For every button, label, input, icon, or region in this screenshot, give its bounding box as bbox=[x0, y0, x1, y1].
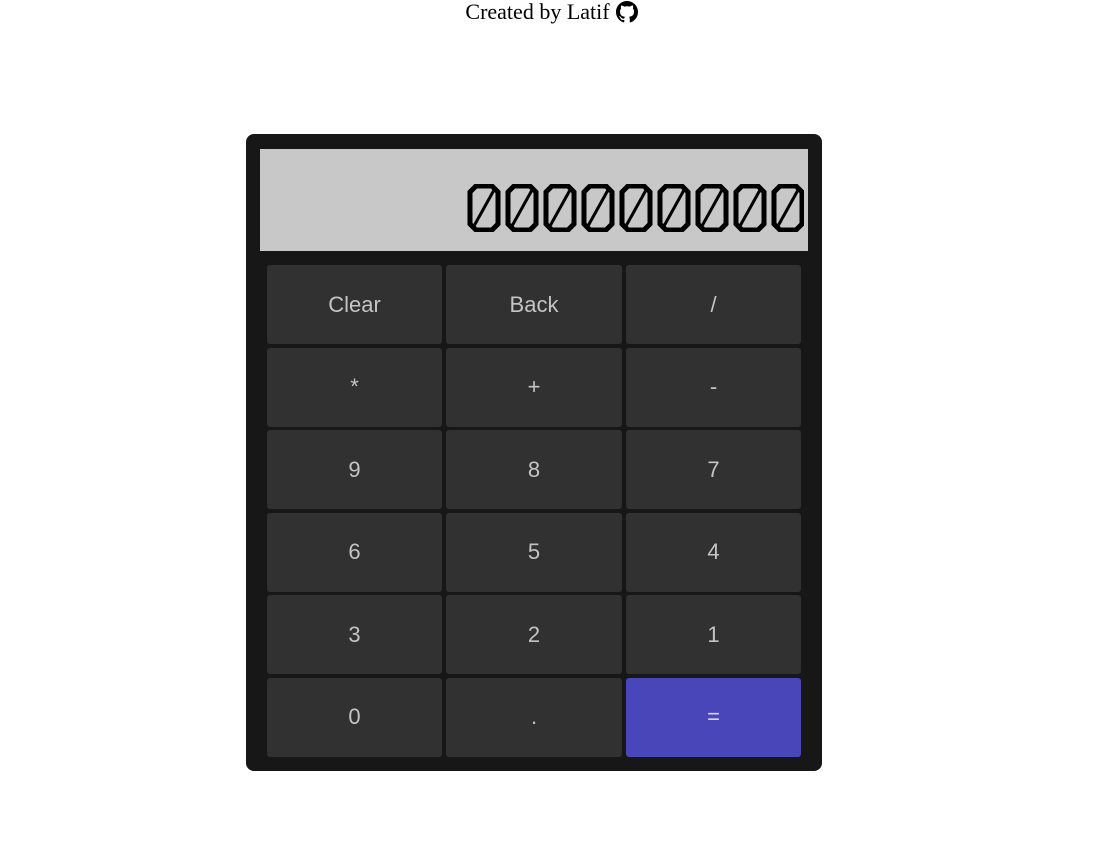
digit-1-button[interactable]: 1 bbox=[626, 595, 801, 675]
digit-3-button[interactable]: 3 bbox=[267, 595, 442, 675]
digit-8-button[interactable]: 8 bbox=[446, 430, 622, 510]
calculator: Clear Back / * + - 9 8 7 6 5 4 3 2 1 0. = bbox=[246, 134, 822, 771]
equals-button[interactable]: = bbox=[626, 677, 801, 757]
display-digit bbox=[619, 184, 653, 232]
display-digit bbox=[543, 184, 577, 232]
display-digit bbox=[505, 184, 539, 232]
display-digit bbox=[581, 184, 615, 232]
calculator-display bbox=[260, 149, 808, 251]
credit-text: Created by Latif bbox=[465, 0, 610, 24]
subtract-button[interactable]: - bbox=[626, 347, 801, 427]
add-button[interactable]: + bbox=[446, 347, 622, 427]
github-icon[interactable] bbox=[615, 1, 638, 23]
digit-5-button[interactable]: 5 bbox=[446, 512, 622, 592]
multiply-button[interactable]: * bbox=[267, 347, 442, 427]
display-digit bbox=[771, 184, 804, 232]
back-button[interactable]: Back bbox=[446, 265, 622, 344]
digit-4-button[interactable]: 4 bbox=[626, 512, 801, 592]
digit-9-button[interactable]: 9 bbox=[267, 430, 442, 510]
digit-7-button[interactable]: 7 bbox=[626, 430, 801, 510]
credit-line: Created by Latif bbox=[0, 0, 1103, 24]
keypad: Clear Back / * + - 9 8 7 6 5 4 3 2 1 0. = bbox=[267, 265, 801, 757]
display-value bbox=[467, 184, 804, 232]
divide-button[interactable]: / bbox=[626, 265, 801, 344]
clear-button[interactable]: Clear bbox=[267, 265, 442, 344]
display-digit bbox=[695, 184, 729, 232]
display-digit bbox=[467, 184, 501, 232]
display-digit bbox=[657, 184, 691, 232]
digit-2-button[interactable]: 2 bbox=[446, 595, 622, 675]
display-digit bbox=[733, 184, 767, 232]
decimal-button[interactable]: . bbox=[446, 677, 622, 757]
digit-0-button[interactable]: 0 bbox=[267, 677, 442, 757]
digit-6-button[interactable]: 6 bbox=[267, 512, 442, 592]
